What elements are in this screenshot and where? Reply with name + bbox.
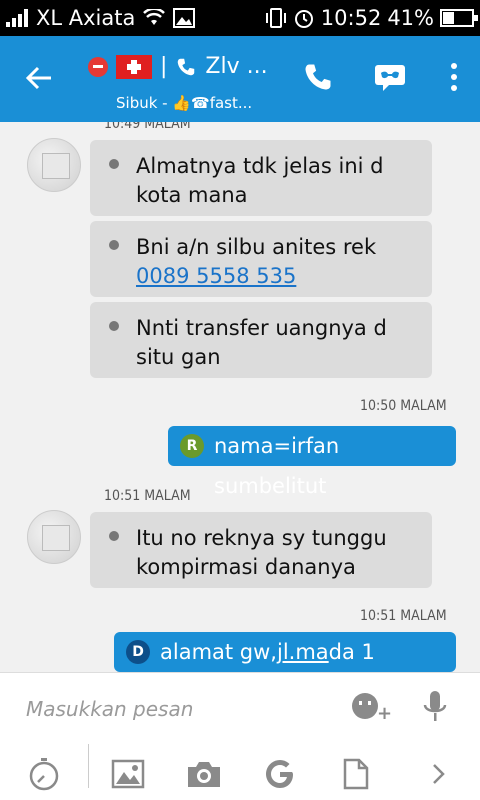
back-button[interactable] bbox=[24, 63, 54, 98]
camera-icon bbox=[188, 762, 220, 787]
contact-name: Zlv ... bbox=[205, 54, 268, 79]
gallery-button[interactable] bbox=[110, 756, 146, 792]
contact-avatar[interactable] bbox=[27, 510, 81, 564]
timer-icon bbox=[29, 758, 59, 791]
video-call-button[interactable] bbox=[372, 62, 408, 100]
bullet-icon bbox=[109, 531, 119, 541]
chat-header: | Zlv ... Sibuk - 👍☎fast... bbox=[0, 36, 480, 122]
status-bar: XL Axiata 10:52 41% bbox=[0, 0, 480, 36]
sender-avatar-icon: R bbox=[180, 434, 204, 458]
carrier-name: XL Axiata bbox=[36, 6, 136, 30]
message-bubble-incoming[interactable]: Itu no reknya sy tunggu kompirmasi danan… bbox=[90, 512, 432, 588]
message-text: Bni a/n silbu anites rek bbox=[136, 235, 377, 259]
emoji-add-icon: + bbox=[377, 703, 393, 724]
swiss-flag-icon bbox=[116, 54, 152, 79]
message-text: Almatnya tdk jelas ini d kota mana bbox=[136, 154, 384, 207]
more-attachments-button[interactable] bbox=[420, 756, 456, 792]
title-separator: | bbox=[160, 54, 168, 79]
file-icon bbox=[343, 758, 369, 790]
google-icon bbox=[266, 760, 293, 788]
message-list[interactable]: 10:49 MALAM Almatnya tdk jelas ini d kot… bbox=[0, 122, 480, 672]
message-bubble-incoming[interactable]: Nnti transfer uangnya d situ gan bbox=[90, 302, 432, 378]
bullet-icon bbox=[109, 240, 119, 250]
sender-avatar-icon: D bbox=[126, 640, 150, 664]
video-mask-icon bbox=[375, 65, 405, 91]
contact-status: Sibuk - 👍☎fast... bbox=[116, 94, 253, 112]
contact-title[interactable]: | Zlv ... bbox=[88, 54, 268, 79]
message-timestamp: 10:50 MALAM bbox=[360, 398, 447, 414]
chevron-right-icon bbox=[433, 764, 445, 784]
account-number-link[interactable]: 0089 5558 535 bbox=[136, 264, 296, 288]
more-options-button[interactable] bbox=[436, 62, 472, 100]
address-link[interactable]: jl.ma bbox=[277, 640, 329, 664]
message-timestamp: 10:49 MALAM bbox=[104, 122, 191, 132]
message-text: nama=irfan sumbelitut bbox=[214, 434, 340, 498]
battery-icon bbox=[440, 9, 478, 27]
call-button[interactable] bbox=[300, 62, 336, 100]
bullet-icon bbox=[109, 321, 119, 331]
busy-status-icon bbox=[88, 56, 108, 77]
timer-button[interactable] bbox=[26, 756, 62, 792]
bullet-icon bbox=[109, 159, 119, 169]
gallery-icon bbox=[111, 759, 145, 789]
message-bubble-outgoing[interactable]: D alamat gw,jl.mada 1 rt.007 bbox=[114, 632, 456, 672]
battery-percent: 41% bbox=[387, 6, 434, 30]
image-notification-icon bbox=[173, 8, 196, 28]
clock-time: 10:52 bbox=[320, 6, 382, 30]
message-input[interactable]: Masukkan pesan bbox=[26, 697, 193, 721]
file-button[interactable] bbox=[338, 756, 374, 792]
message-bubble-outgoing[interactable]: R nama=irfan sumbelitut bbox=[168, 426, 456, 498]
message-text: Itu no reknya sy tunggu kompirmasi danan… bbox=[136, 526, 387, 579]
vibrate-icon bbox=[265, 8, 286, 28]
alarm-icon bbox=[294, 10, 313, 28]
contact-avatar[interactable] bbox=[27, 138, 81, 192]
emoji-button[interactable] bbox=[352, 693, 378, 719]
message-text: alamat gw, bbox=[160, 640, 277, 664]
phone-icon bbox=[305, 64, 331, 90]
message-timestamp: 10:51 MALAM bbox=[360, 608, 447, 624]
attachment-toolbar bbox=[0, 744, 480, 800]
mic-icon[interactable] bbox=[422, 689, 448, 729]
compose-bar: Masukkan pesan + bbox=[0, 672, 480, 744]
signal-icon bbox=[6, 9, 28, 27]
camera-button[interactable] bbox=[186, 756, 222, 792]
google-button[interactable] bbox=[262, 756, 298, 792]
message-text: Nnti transfer uangnya d situ gan bbox=[136, 316, 387, 369]
wifi-icon bbox=[143, 9, 166, 25]
message-bubble-incoming[interactable]: Almatnya tdk jelas ini d kota mana bbox=[90, 140, 432, 216]
phone-emoji-icon bbox=[178, 58, 195, 75]
message-timestamp: 10:51 MALAM bbox=[104, 488, 191, 504]
back-arrow-icon bbox=[25, 66, 51, 90]
more-vert-icon bbox=[451, 63, 457, 91]
message-bubble-incoming[interactable]: Bni a/n silbu anites rek 0089 5558 535 bbox=[90, 221, 432, 297]
toolbar-divider bbox=[88, 744, 89, 788]
